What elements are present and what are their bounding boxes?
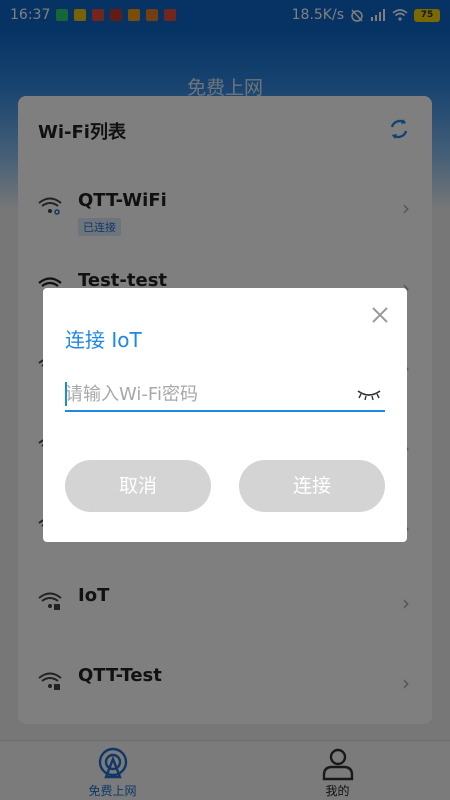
- password-input[interactable]: [65, 378, 345, 410]
- cancel-button[interactable]: 取消: [65, 460, 211, 512]
- connect-button[interactable]: 连接: [239, 460, 385, 512]
- close-icon[interactable]: [371, 306, 389, 324]
- text-cursor: [65, 382, 67, 406]
- eye-closed-icon[interactable]: [357, 386, 381, 402]
- connect-dialog: 连接 IoT 取消 连接: [43, 288, 407, 542]
- dialog-title: 连接 IoT: [65, 328, 142, 352]
- password-field[interactable]: [65, 378, 385, 412]
